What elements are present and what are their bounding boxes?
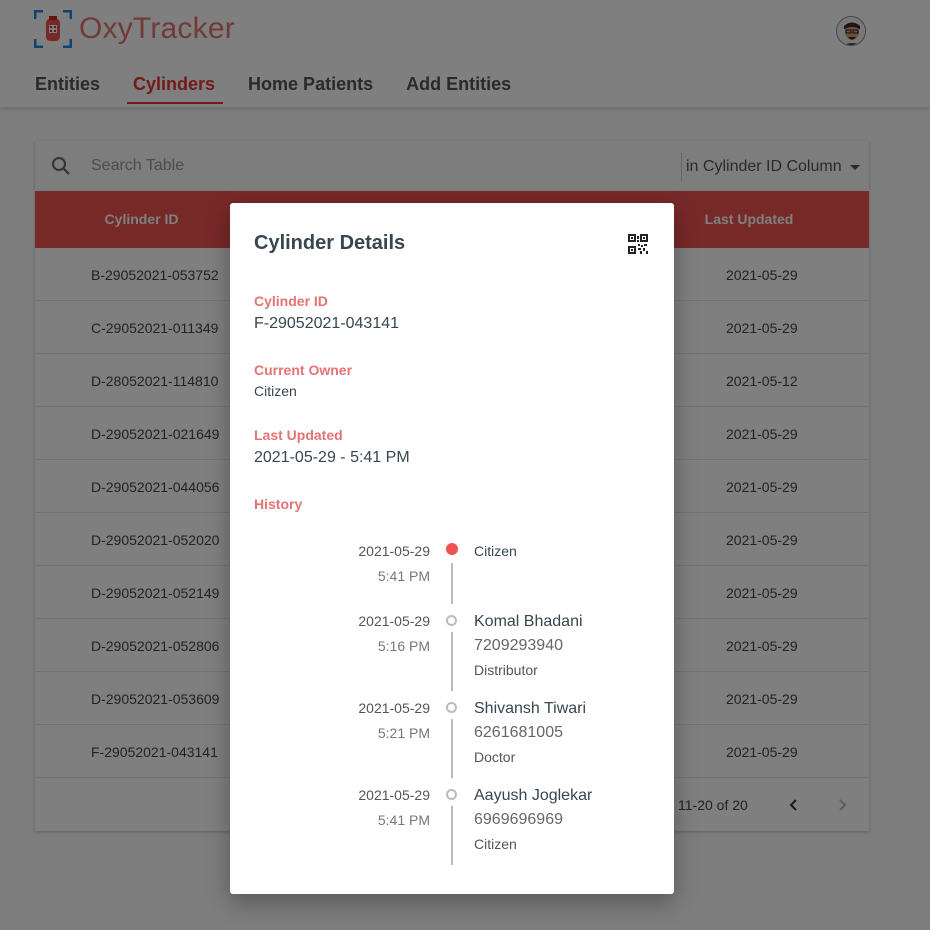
current-owner-value: Citizen [254, 383, 297, 399]
cylinder-id-label: Cylinder ID [254, 293, 328, 309]
current-owner-label: Current Owner [254, 362, 353, 378]
history-date: 2021-05-29 [358, 543, 430, 559]
history-date: 2021-05-29 [358, 787, 430, 803]
history-name: Aayush Joglekar [474, 787, 593, 804]
history-name: Shivansh Tiwari [474, 700, 587, 717]
history-label: History [254, 496, 303, 512]
qr-code-icon[interactable] [628, 234, 648, 254]
history-role: Doctor [474, 749, 516, 765]
history-phone: 7209293940 [474, 637, 563, 654]
history-name: Komal Bhadani [474, 613, 583, 630]
history-phone: 6969696969 [474, 811, 563, 828]
history-time: 5:16 PM [377, 638, 430, 654]
history-date: 2021-05-29 [358, 613, 430, 629]
timeline-connector [451, 806, 453, 865]
history-date: 2021-05-29 [358, 700, 430, 716]
timeline-dot [446, 789, 457, 800]
timeline-dot-active [446, 543, 458, 555]
history-role: Distributor [474, 662, 538, 678]
last-updated-label: Last Updated [254, 427, 343, 443]
timeline-dot [446, 615, 457, 626]
dialog-title: Cylinder Details [254, 232, 406, 254]
history-name: Citizen [474, 543, 517, 559]
history-time: 5:21 PM [377, 725, 430, 741]
timeline-connector [451, 632, 453, 691]
timeline-connector [451, 719, 453, 778]
cylinder-details-dialog: Cylinder Details Cylinder ID F-29052021-… [230, 203, 674, 894]
history-time: 5:41 PM [377, 812, 430, 828]
timeline-connector [451, 563, 453, 604]
history-time: 5:41 PM [377, 568, 430, 584]
history-phone: 6261681005 [474, 724, 563, 741]
cylinder-id-value: F-29052021-043141 [254, 315, 400, 332]
timeline-dot [446, 702, 457, 713]
last-updated-value: 2021-05-29 - 5:41 PM [254, 449, 410, 466]
history-role: Citizen [474, 836, 517, 852]
